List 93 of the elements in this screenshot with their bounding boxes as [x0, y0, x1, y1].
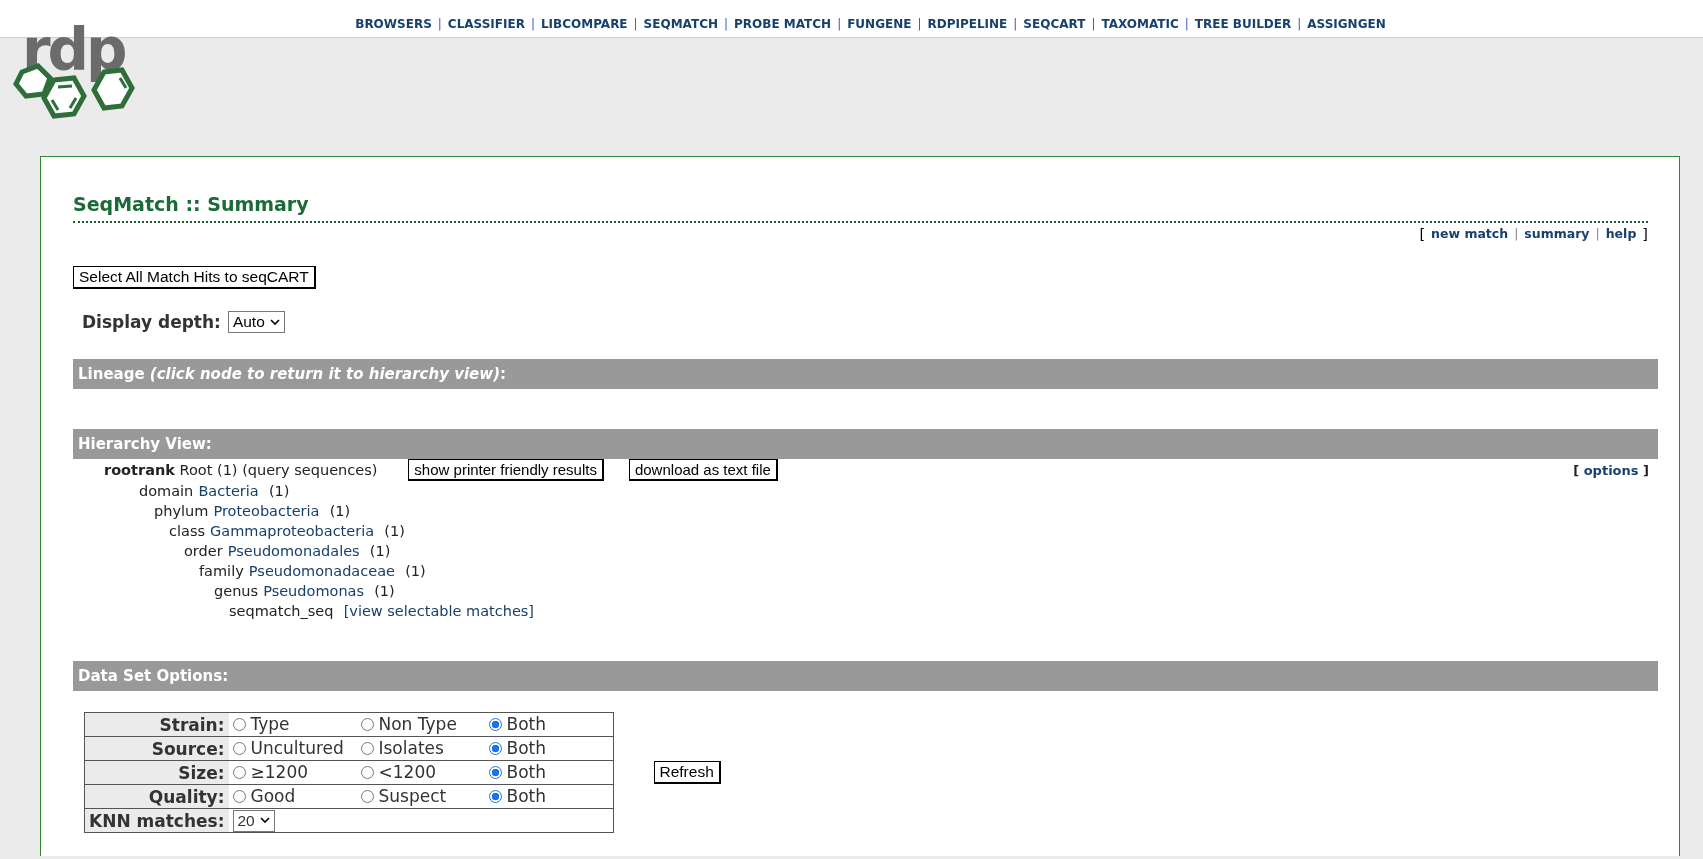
nav-separator: | — [633, 17, 638, 31]
options-link[interactable]: [ options ] — [1573, 462, 1649, 478]
nav-link[interactable]: RDPIPELINE — [927, 17, 1008, 31]
top-link[interactable]: new match — [1431, 226, 1509, 242]
radio-option[interactable]: Both — [488, 714, 546, 735]
taxon-link[interactable]: Pseudomonadales — [227, 543, 360, 559]
tree-node-count: (1) — [329, 503, 351, 519]
select-all-button[interactable]: Select All Match Hits to seqCART — [73, 266, 316, 289]
nav-link[interactable]: CLASSIFIER — [447, 17, 525, 31]
radio-button[interactable] — [488, 717, 502, 731]
tree-node-count: (1) — [369, 543, 391, 559]
radio-option[interactable]: Both — [488, 762, 546, 783]
tree-node-count: (1) — [268, 483, 290, 499]
radio-option[interactable]: Good — [232, 786, 296, 807]
nav-separator: | — [917, 17, 922, 31]
radio-option[interactable]: Suspect — [360, 786, 447, 807]
nav-link[interactable]: PROBE MATCH — [734, 17, 832, 31]
nav-separator: | — [837, 17, 842, 31]
knn-select[interactable]: 20 — [232, 809, 275, 832]
taxon-link[interactable]: Gammaproteobacteria — [210, 523, 375, 539]
radio-button[interactable] — [488, 765, 502, 779]
radio-option[interactable]: Isolates — [360, 738, 444, 759]
nav-link[interactable]: TAXOMATIC — [1101, 17, 1179, 31]
view-matches-link[interactable]: [view selectable matches] — [343, 603, 535, 619]
display-depth-select[interactable]: Auto — [227, 311, 285, 333]
nav-link[interactable]: ASSIGNGEN — [1307, 17, 1386, 31]
option-label: Size: — [84, 760, 229, 785]
radio-button[interactable] — [232, 717, 246, 731]
bracket: ] — [1642, 226, 1648, 242]
nav-separator: | — [1184, 17, 1189, 31]
radio-button[interactable] — [360, 717, 374, 731]
option-label: KNN matches: — [84, 808, 229, 833]
tree-node-rank: order — [184, 543, 223, 559]
radio-option[interactable]: <1200 — [360, 762, 436, 783]
data-set-options-bar: Data Set Options: — [73, 661, 1658, 691]
link-separator: | — [1514, 226, 1519, 242]
tree-node-rank: family — [199, 563, 244, 579]
tree-node-count: (1) — [405, 563, 426, 579]
radio-button[interactable] — [232, 741, 246, 755]
tree-node-label: rootrank Root (1) (query sequences) — [104, 462, 378, 478]
nav-link[interactable]: TREE BUILDER — [1194, 17, 1292, 31]
nav-link[interactable]: SEQMATCH — [643, 17, 718, 31]
link-separator: | — [1595, 226, 1600, 242]
nav-link[interactable]: FUNGENE — [847, 17, 912, 31]
refresh-button[interactable]: Refresh — [653, 761, 721, 784]
tree-node-count: (1) — [374, 583, 395, 599]
nav-link[interactable]: BROWSERS — [355, 17, 432, 31]
page-title: SeqMatch :: Summary — [73, 193, 310, 215]
nav-separator: | — [724, 17, 729, 31]
nav-separator: | — [530, 17, 535, 31]
option-label: Strain: — [84, 712, 229, 737]
radio-option[interactable]: Both — [488, 738, 546, 759]
tree-node-rank: phylum — [154, 503, 209, 519]
tree-node-rank: genus — [214, 583, 259, 599]
taxon-link[interactable]: Bacteria — [198, 483, 259, 499]
radio-option[interactable]: ≥1200 — [232, 762, 308, 783]
display-depth-label: Display depth: — [82, 312, 221, 332]
radio-button[interactable] — [360, 765, 374, 779]
option-label: Quality: — [84, 784, 229, 809]
top-link[interactable]: summary — [1524, 226, 1590, 242]
lineage-bar: Lineage (click node to return it to hierarchy view): — [73, 359, 1658, 389]
rdp-logo[interactable]: rdp — [8, 22, 143, 134]
tree-node-rank: domain — [139, 483, 194, 499]
taxon-link[interactable]: Proteobacteria — [213, 503, 320, 519]
hierarchy-bar: Hierarchy View: — [73, 429, 1658, 459]
radio-option[interactable]: Both — [488, 786, 546, 807]
radio-option[interactable]: Non Type — [360, 714, 457, 735]
radio-option[interactable]: Uncultured — [232, 738, 344, 759]
radio-button[interactable] — [232, 789, 246, 803]
taxon-link[interactable]: Pseudomonas — [263, 583, 364, 599]
radio-button[interactable] — [488, 741, 502, 755]
radio-button[interactable] — [360, 741, 374, 755]
tree-node-count: (1) — [384, 523, 405, 539]
option-label: Source: — [84, 736, 229, 761]
nav-separator: | — [1013, 17, 1018, 31]
chevron-down-icon — [269, 318, 280, 326]
nav-link[interactable]: SEQCART — [1023, 17, 1086, 31]
radio-button[interactable] — [232, 765, 246, 779]
chevron-down-icon — [259, 817, 270, 824]
top-link[interactable]: help — [1605, 226, 1637, 242]
tree-node-rank: class — [169, 523, 205, 539]
sequence-name: seqmatch_seq — [229, 603, 334, 619]
nav-separator: | — [437, 17, 442, 31]
bracket: [ — [1419, 226, 1426, 242]
hierarchy-button[interactable]: download as text file — [628, 459, 778, 481]
radio-button[interactable] — [488, 789, 502, 803]
radio-option[interactable]: Type — [232, 714, 290, 735]
nav-separator: | — [1091, 17, 1096, 31]
hierarchy-button[interactable]: show printer friendly results — [408, 459, 604, 481]
taxon-link[interactable]: Pseudomonadaceae — [248, 563, 395, 579]
nav-separator: | — [1297, 17, 1302, 31]
radio-button[interactable] — [360, 789, 374, 803]
nav-link[interactable]: LIBCOMPARE — [540, 17, 628, 31]
